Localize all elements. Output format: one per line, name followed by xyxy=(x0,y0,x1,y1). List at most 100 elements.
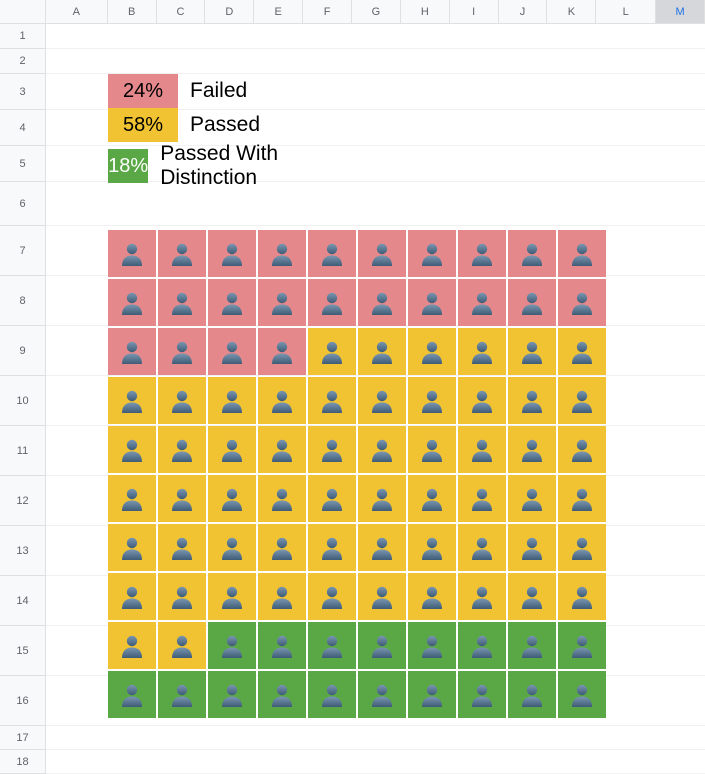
waffle-cell xyxy=(408,328,456,375)
person-icon xyxy=(421,291,443,315)
person-icon xyxy=(571,242,593,266)
column-header-m[interactable]: M xyxy=(656,0,705,23)
column-header-k[interactable]: K xyxy=(547,0,596,23)
row-header-11[interactable]: 11 xyxy=(0,426,46,476)
row-header-1[interactable]: 1 xyxy=(0,24,46,49)
waffle-cell xyxy=(458,279,506,326)
row-header-15[interactable]: 15 xyxy=(0,626,46,676)
row-header-9[interactable]: 9 xyxy=(0,326,46,376)
column-header-a[interactable]: A xyxy=(46,0,108,23)
waffle-cell xyxy=(258,573,306,620)
legend-label-failed: Failed xyxy=(190,79,247,103)
person-icon xyxy=(321,536,343,560)
column-header-d[interactable]: D xyxy=(205,0,254,23)
legend-value-failed: 24% xyxy=(123,80,163,103)
column-header-c[interactable]: C xyxy=(157,0,206,23)
waffle-cell xyxy=(408,230,456,277)
column-header-j[interactable]: J xyxy=(499,0,548,23)
waffle-cell xyxy=(358,622,406,669)
person-icon xyxy=(221,585,243,609)
waffle-cell xyxy=(308,377,356,424)
row-header-6[interactable]: 6 xyxy=(0,182,46,226)
row-header-2[interactable]: 2 xyxy=(0,49,46,74)
row-header-14[interactable]: 14 xyxy=(0,576,46,626)
waffle-cell xyxy=(358,377,406,424)
person-icon xyxy=(521,242,543,266)
row-header-10[interactable]: 10 xyxy=(0,376,46,426)
person-icon xyxy=(371,389,393,413)
person-icon xyxy=(221,242,243,266)
legend-row-passed: 58% Passed xyxy=(108,108,287,142)
person-icon xyxy=(271,242,293,266)
person-icon xyxy=(571,585,593,609)
waffle-cell xyxy=(258,671,306,718)
waffle-cell xyxy=(108,573,156,620)
waffle-cell xyxy=(208,671,256,718)
person-icon xyxy=(371,487,393,511)
waffle-cell xyxy=(458,230,506,277)
row-header-16[interactable]: 16 xyxy=(0,676,46,726)
person-icon xyxy=(321,683,343,707)
legend-label-passed: Passed xyxy=(190,113,260,137)
person-icon xyxy=(271,585,293,609)
column-header-b[interactable]: B xyxy=(108,0,157,23)
column-header-f[interactable]: F xyxy=(303,0,352,23)
waffle-cell xyxy=(108,671,156,718)
person-icon xyxy=(571,536,593,560)
person-icon xyxy=(321,242,343,266)
person-icon xyxy=(271,487,293,511)
person-icon xyxy=(121,389,143,413)
row-header-12[interactable]: 12 xyxy=(0,476,46,526)
waffle-cell xyxy=(208,524,256,571)
row-header-18[interactable]: 18 xyxy=(0,750,46,774)
legend: 24% Failed 58% Passed 18% P xyxy=(108,74,287,190)
person-icon xyxy=(371,340,393,364)
person-icon xyxy=(271,291,293,315)
person-icon xyxy=(371,683,393,707)
waffle-cell xyxy=(308,230,356,277)
waffle-cell xyxy=(258,377,306,424)
row-header-3[interactable]: 3 xyxy=(0,74,46,110)
person-icon xyxy=(171,634,193,658)
person-icon xyxy=(321,340,343,364)
column-header-i[interactable]: I xyxy=(450,0,499,23)
column-header-e[interactable]: E xyxy=(254,0,303,23)
corner-cell[interactable] xyxy=(0,0,46,23)
person-icon xyxy=(171,242,193,266)
person-icon xyxy=(421,242,443,266)
person-icon xyxy=(471,634,493,658)
legend-swatch-distinction: 18% xyxy=(108,149,148,183)
waffle-cell xyxy=(508,524,556,571)
person-icon xyxy=(221,438,243,462)
waffle-cell xyxy=(358,328,406,375)
cell-grid[interactable]: 24% Failed 58% Passed 18% P xyxy=(46,24,705,774)
person-icon xyxy=(521,487,543,511)
row-header-5[interactable]: 5 xyxy=(0,146,46,182)
person-icon xyxy=(221,536,243,560)
person-icon xyxy=(471,536,493,560)
person-icon xyxy=(221,634,243,658)
column-header-l[interactable]: L xyxy=(596,0,656,23)
waffle-cell xyxy=(508,622,556,669)
row-header-17[interactable]: 17 xyxy=(0,726,46,750)
waffle-cell xyxy=(108,426,156,473)
person-icon xyxy=(521,634,543,658)
column-header-h[interactable]: H xyxy=(401,0,450,23)
column-header-g[interactable]: G xyxy=(352,0,401,23)
waffle-cell xyxy=(208,622,256,669)
person-icon xyxy=(371,242,393,266)
row-header-4[interactable]: 4 xyxy=(0,110,46,146)
row-header-13[interactable]: 13 xyxy=(0,526,46,576)
waffle-cell xyxy=(458,524,506,571)
waffle-cell xyxy=(558,671,606,718)
waffle-cell xyxy=(208,426,256,473)
legend-swatch-failed: 24% xyxy=(108,74,178,108)
row-headers: 123456789101112131415161718 xyxy=(0,24,46,774)
waffle-cell xyxy=(408,573,456,620)
row-header-8[interactable]: 8 xyxy=(0,276,46,326)
waffle-cell xyxy=(258,328,306,375)
person-icon xyxy=(371,438,393,462)
person-icon xyxy=(571,389,593,413)
waffle-cell xyxy=(308,426,356,473)
row-header-7[interactable]: 7 xyxy=(0,226,46,276)
